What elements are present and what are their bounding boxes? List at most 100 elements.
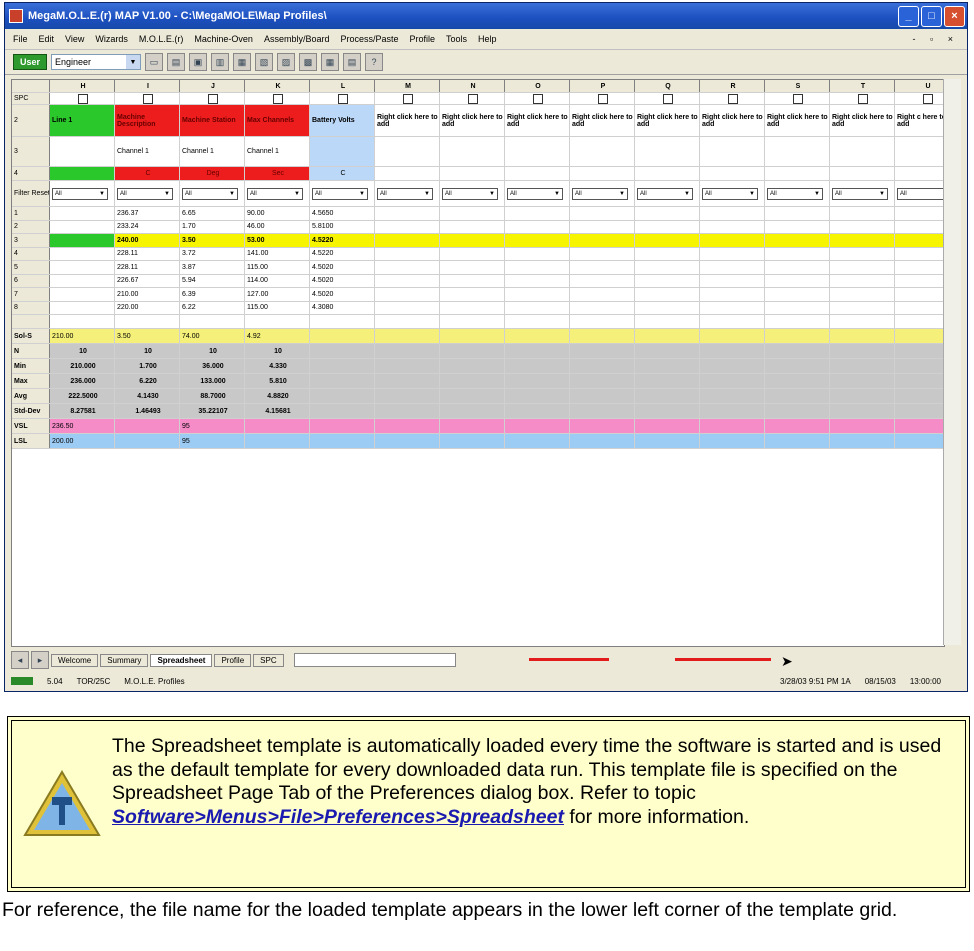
menu-mole[interactable]: M.O.L.E.(r)	[139, 34, 184, 44]
stat-cell[interactable]: 95	[180, 434, 245, 448]
data-cell[interactable]	[765, 274, 830, 287]
filter-dropdown[interactable]: All ▼	[377, 187, 433, 200]
spc-checkbox[interactable]	[858, 93, 868, 104]
data-cell[interactable]	[505, 247, 570, 260]
stat-cell[interactable]	[700, 419, 765, 433]
column-header[interactable]: O	[505, 80, 570, 92]
stat-cell[interactable]	[570, 329, 635, 343]
chevron-down-icon[interactable]: ▼	[359, 191, 365, 197]
stat-cell[interactable]	[635, 419, 700, 433]
data-cell[interactable]: 127.00	[245, 288, 310, 301]
stat-cell[interactable]	[895, 419, 944, 433]
filter-cell[interactable]: All▼	[700, 181, 765, 206]
data-cell[interactable]	[440, 234, 505, 247]
unit-cell[interactable]	[375, 167, 440, 180]
close-button[interactable]: ×	[944, 5, 965, 27]
unit-cell[interactable]: C	[310, 167, 375, 180]
stat-row-header[interactable]: Max	[12, 374, 50, 388]
stat-cell[interactable]	[505, 434, 570, 448]
stat-cell[interactable]	[570, 434, 635, 448]
spc-checkbox-cell[interactable]	[830, 93, 895, 104]
empty-cell[interactable]	[765, 315, 830, 328]
stat-cell[interactable]	[765, 344, 830, 358]
horizontal-scrollbar[interactable]	[293, 653, 456, 667]
stat-cell[interactable]	[440, 434, 505, 448]
stat-cell[interactable]: 236.000	[50, 374, 115, 388]
stat-cell[interactable]	[375, 419, 440, 433]
stat-cell[interactable]	[635, 374, 700, 388]
stat-cell[interactable]	[375, 434, 440, 448]
data-cell[interactable]: 4.5020	[310, 288, 375, 301]
channel-cell[interactable]	[505, 137, 570, 166]
unit-cell[interactable]: Deg	[180, 167, 245, 180]
stat-cell[interactable]	[245, 434, 310, 448]
filter-cell[interactable]: All▼	[895, 181, 944, 206]
data-cell[interactable]	[50, 301, 115, 314]
stat-cell[interactable]	[765, 419, 830, 433]
data-cell[interactable]: 228.11	[115, 261, 180, 274]
description-cell[interactable]: Right click here to add	[440, 105, 505, 136]
data-cell[interactable]	[375, 301, 440, 314]
empty-cell[interactable]	[570, 315, 635, 328]
stat-cell[interactable]	[765, 359, 830, 373]
description-cell[interactable]: Max Channels	[245, 105, 310, 136]
data-cell[interactable]: 3.72	[180, 247, 245, 260]
spc-checkbox[interactable]	[143, 93, 153, 104]
menu-tools[interactable]: Tools	[446, 34, 467, 44]
column-header[interactable]: K	[245, 80, 310, 92]
stat-cell[interactable]: 236.50	[50, 419, 115, 433]
stat-cell[interactable]: 210.00	[50, 329, 115, 343]
rows-icon[interactable]: ▩	[299, 53, 318, 71]
empty-cell[interactable]	[635, 315, 700, 328]
data-cell[interactable]	[440, 247, 505, 260]
stat-cell[interactable]	[895, 434, 944, 448]
menu-assembly-board[interactable]: Assembly/Board	[264, 34, 330, 44]
data-cell[interactable]	[635, 247, 700, 260]
spc-checkbox-cell[interactable]	[310, 93, 375, 104]
data-cell[interactable]	[505, 301, 570, 314]
data-cell[interactable]	[765, 247, 830, 260]
data-cell[interactable]	[830, 234, 895, 247]
stat-cell[interactable]	[570, 389, 635, 403]
stat-cell[interactable]	[310, 374, 375, 388]
data-cell[interactable]	[50, 274, 115, 287]
channel-cell[interactable]	[635, 137, 700, 166]
data-cell[interactable]	[375, 274, 440, 287]
stat-cell[interactable]: 10	[50, 344, 115, 358]
vertical-scrollbar[interactable]	[943, 79, 961, 645]
data-cell[interactable]	[50, 247, 115, 260]
description-cell[interactable]: Machine Station	[180, 105, 245, 136]
data-cell[interactable]: 226.67	[115, 274, 180, 287]
data-cell[interactable]: 3.87	[180, 261, 245, 274]
menu-profile[interactable]: Profile	[410, 34, 436, 44]
grid-icon[interactable]: ▦	[321, 53, 340, 71]
unit-cell[interactable]	[570, 167, 635, 180]
row-header[interactable]: 4	[12, 247, 50, 260]
data-cell[interactable]	[765, 301, 830, 314]
stat-cell[interactable]	[440, 419, 505, 433]
stat-row-header[interactable]: Avg	[12, 389, 50, 403]
column-header[interactable]: U	[895, 80, 944, 92]
menu-edit[interactable]: Edit	[39, 34, 55, 44]
filter-dropdown[interactable]: All ▼	[247, 187, 303, 200]
stat-cell[interactable]	[700, 404, 765, 418]
stat-cell[interactable]	[115, 419, 180, 433]
data-cell[interactable]: 228.11	[115, 247, 180, 260]
data-cell[interactable]	[700, 247, 765, 260]
spc-checkbox-cell[interactable]	[375, 93, 440, 104]
spc-checkbox[interactable]	[468, 93, 478, 104]
description-cell[interactable]: Right click here to add	[635, 105, 700, 136]
save-icon[interactable]: ▣	[189, 53, 208, 71]
stat-cell[interactable]	[830, 344, 895, 358]
unit-cell[interactable]: Sec	[245, 167, 310, 180]
data-cell[interactable]	[895, 248, 944, 261]
chevron-down-icon[interactable]: ▼	[424, 191, 430, 197]
stat-cell[interactable]: 1.46493	[115, 404, 180, 418]
data-cell[interactable]: 53.00	[245, 234, 310, 247]
description-cell[interactable]: Right c here to add	[895, 105, 944, 136]
column-header[interactable]: M	[375, 80, 440, 92]
filter-dropdown[interactable]: All ▼	[507, 187, 563, 200]
channel-cell[interactable]: Channel 1	[180, 137, 245, 166]
data-cell[interactable]	[765, 220, 830, 233]
spc-checkbox-cell[interactable]	[895, 93, 944, 104]
